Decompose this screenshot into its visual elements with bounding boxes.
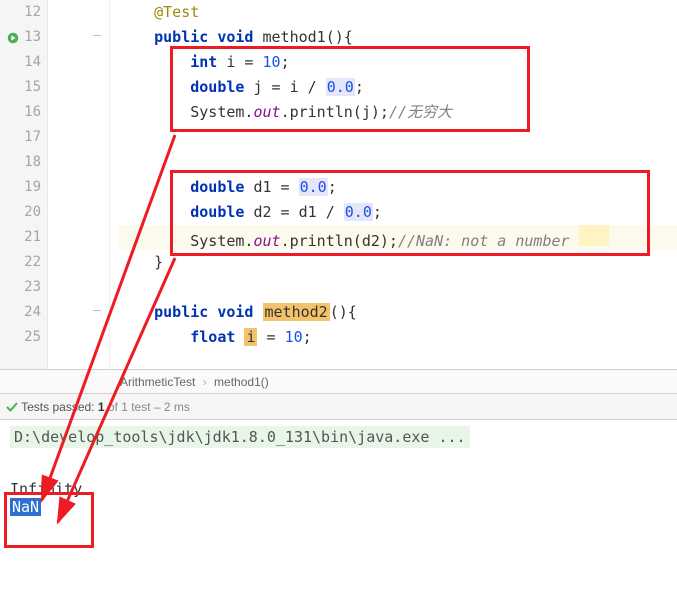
check-icon	[6, 400, 21, 414]
line-number: 15	[24, 79, 41, 95]
code-line[interactable]: float i = 10;	[118, 325, 677, 350]
code-line[interactable]: public void method1(){	[118, 25, 677, 50]
code-editor[interactable]: 12 13 14 15 16 17 18 19 20 21 22 23 24 2…	[0, 0, 677, 370]
fold-indicator-icon[interactable]	[93, 310, 101, 311]
line-number: 20	[24, 204, 41, 220]
tests-total-label: of 1 test –	[108, 400, 161, 414]
breadcrumb-method[interactable]: method1()	[214, 375, 269, 389]
console-command: D:\develop_tools\jdk\jdk1.8.0_131\bin\ja…	[10, 426, 470, 448]
line-number: 12	[24, 4, 41, 20]
breadcrumb[interactable]: ArithmeticTest › method1()	[0, 370, 677, 394]
tests-passed-count: 1	[98, 400, 105, 414]
breadcrumb-class[interactable]: ArithmeticTest	[120, 375, 195, 389]
line-number: 24	[24, 304, 41, 320]
line-number: 14	[24, 54, 41, 70]
line-number: 17	[24, 129, 41, 145]
fold-indicator-icon[interactable]	[93, 35, 101, 36]
tests-passed-label: Tests passed:	[21, 400, 94, 414]
line-number-gutter: 12 13 14 15 16 17 18 19 20 21 22 23 24 2…	[0, 0, 48, 369]
console-output[interactable]: D:\develop_tools\jdk\jdk1.8.0_131\bin\ja…	[0, 420, 677, 522]
code-area[interactable]: @Test public void method1(){ int i = 10;…	[110, 0, 677, 369]
code-line[interactable]: double d1 = 0.0;	[118, 175, 677, 200]
console-line-selected: NaN	[10, 498, 41, 516]
code-line[interactable]: double d2 = d1 / 0.0;	[118, 200, 677, 225]
line-number: 18	[24, 154, 41, 170]
gutter-markers	[48, 0, 110, 369]
console-line: Infinity	[10, 480, 667, 498]
tests-duration: 2 ms	[164, 400, 190, 414]
code-line[interactable]: public void method2(){	[118, 300, 677, 325]
code-line[interactable]: System.out.println(d2);//NaN: not a numb…	[118, 225, 677, 250]
line-number: 16	[24, 104, 41, 120]
code-line[interactable]: }	[118, 250, 677, 275]
annotation: @Test	[154, 3, 199, 21]
line-number: 25	[24, 329, 41, 345]
code-line[interactable]	[118, 275, 677, 300]
code-line[interactable]: System.out.println(j);//无穷大	[118, 100, 677, 125]
line-number: 22	[24, 254, 41, 270]
breadcrumb-separator-icon: ›	[203, 375, 207, 389]
line-number: 19	[24, 179, 41, 195]
line-number: 21	[24, 229, 41, 245]
test-result-bar: Tests passed: 1 of 1 test – 2 ms	[0, 394, 677, 420]
code-line[interactable]: @Test	[118, 0, 677, 25]
code-line[interactable]: double j = i / 0.0;	[118, 75, 677, 100]
code-line[interactable]	[118, 150, 677, 175]
line-number: 13	[24, 29, 41, 45]
line-number: 23	[24, 279, 41, 295]
code-line[interactable]: int i = 10;	[118, 50, 677, 75]
code-line[interactable]	[118, 125, 677, 150]
